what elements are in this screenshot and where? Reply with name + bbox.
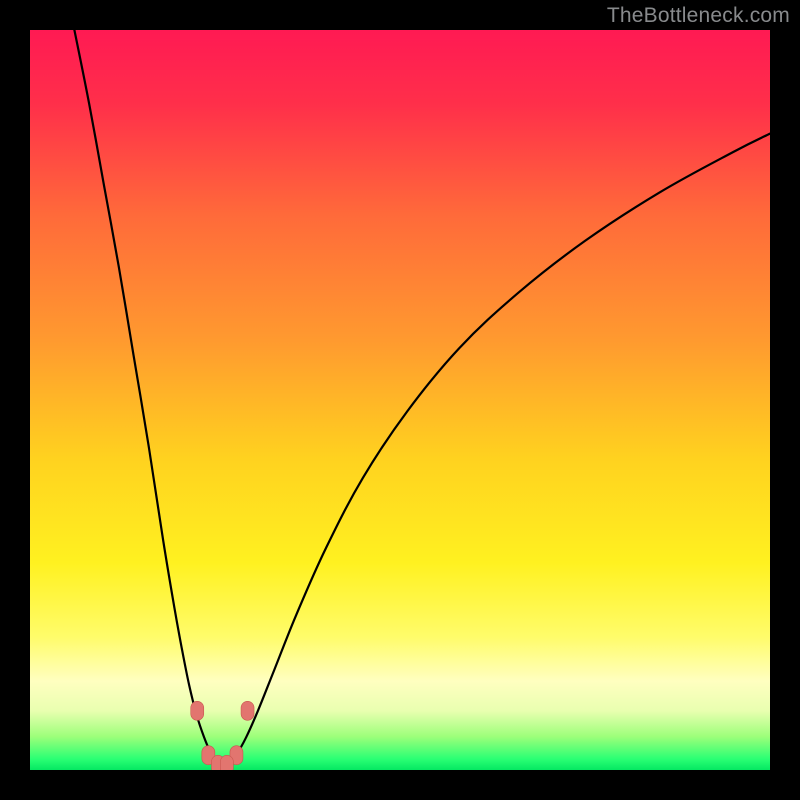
data-marker	[191, 701, 204, 720]
plot-frame	[30, 30, 770, 770]
data-marker	[220, 755, 233, 770]
bottleneck-curve-plot	[30, 30, 770, 770]
watermark-text: TheBottleneck.com	[607, 4, 790, 28]
data-marker	[241, 701, 254, 720]
